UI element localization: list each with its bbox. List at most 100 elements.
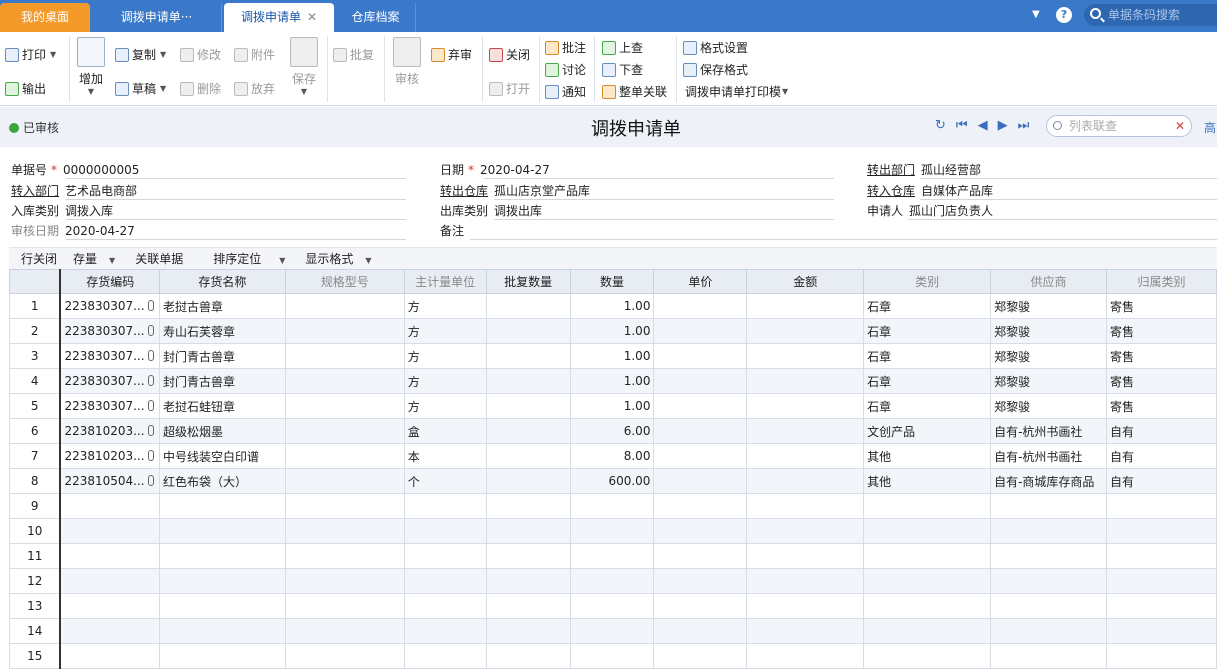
cell-name[interactable]: 封门青古兽章 [158,343,286,369]
cell-approved-qty[interactable] [485,318,571,344]
cell-approved-qty[interactable] [485,543,571,569]
table-row[interactable]: 12 [9,568,1217,594]
cell-name[interactable]: 超级松烟墨 [158,418,286,444]
cell-code[interactable]: 223810203... [59,443,160,469]
out-dept-field[interactable]: 转出部门 孤山经营部 [867,161,981,179]
cell-price[interactable] [653,343,748,369]
cell-belong[interactable]: 寄售 [1106,393,1217,419]
cell-spec[interactable] [284,393,405,419]
cell-category[interactable] [863,518,992,544]
add-button[interactable]: 增加 ▼ [76,37,106,96]
save-format-button[interactable]: 保存格式 [683,61,748,78]
delete-button[interactable]: 删除 [180,80,221,97]
cell-price[interactable] [653,418,748,444]
cell-belong[interactable]: 自有 [1106,468,1217,494]
cell-price[interactable] [653,368,748,394]
paperclip-icon[interactable] [147,300,154,311]
cell-category[interactable] [863,493,992,519]
cell-price[interactable] [653,543,748,569]
row-close-button[interactable]: 行关闭 [21,250,57,267]
tab-warehouse-archive[interactable]: 仓库档案 [336,3,416,32]
cell-price[interactable] [653,468,748,494]
cell-amount[interactable] [746,293,865,319]
cell-price[interactable] [653,443,748,469]
cell-qty[interactable]: 1.00 [569,368,655,394]
cell-approved-qty[interactable] [485,568,571,594]
cell-code[interactable] [59,593,160,619]
cell-belong[interactable]: 寄售 [1106,368,1217,394]
cell-category[interactable]: 石章 [863,368,992,394]
table-row[interactable]: 2 223830307... 寿山石芙蓉章 方 1.00 石章 郑黎骏 寄售 [9,318,1217,344]
cell-category[interactable]: 其他 [863,443,992,469]
draft-button[interactable]: 草稿 ▼ [115,80,166,97]
cell-spec[interactable] [284,643,405,669]
paperclip-icon[interactable] [147,325,154,336]
in-dept-field[interactable]: 转入部门 艺术品电商部 [11,182,137,200]
barcode-search-input[interactable]: 单据条码搜索 [1084,4,1217,26]
doc-no-field[interactable]: 单据号 * 0000000005 [11,161,139,179]
cell-qty[interactable]: 1.00 [569,343,655,369]
refresh-icon[interactable]: ↻ [935,118,946,133]
unaudit-button[interactable]: 弃审 [431,46,472,63]
cell-amount[interactable] [746,443,865,469]
first-record-icon[interactable]: ⏮ [956,118,968,133]
cell-spec[interactable] [284,443,405,469]
prev-record-icon[interactable]: ◀ [978,118,988,133]
cell-category[interactable] [863,593,992,619]
cell-name[interactable] [158,543,286,569]
tab-transfer-request-list[interactable]: 调拨申请单··· [92,3,222,32]
next-query-button[interactable]: 下查 [602,61,643,78]
cell-qty[interactable]: 6.00 [569,418,655,444]
cell-unit[interactable] [403,543,487,569]
cell-unit[interactable]: 方 [403,393,487,419]
cell-belong[interactable] [1106,643,1217,669]
tab-home[interactable]: 我的桌面 [0,3,90,32]
col-header-price[interactable]: 单价 [653,269,748,294]
cell-qty[interactable] [569,593,655,619]
cell-category[interactable] [863,643,992,669]
paperclip-icon[interactable] [147,450,154,461]
cell-unit[interactable] [403,568,487,594]
cell-qty[interactable]: 8.00 [569,443,655,469]
cell-approved-qty[interactable] [485,593,571,619]
col-header-supplier[interactable]: 供应商 [990,269,1108,294]
batch-reply-button[interactable]: 批复 [333,46,374,63]
cell-price[interactable] [653,318,748,344]
sort-locate-button[interactable]: 排序定位 ▼ [199,250,289,267]
table-row[interactable]: 10 [9,518,1217,544]
open-doc-button[interactable]: 打开 [489,80,530,97]
cell-amount[interactable] [746,368,865,394]
cell-price[interactable] [653,293,748,319]
cell-spec[interactable] [284,568,405,594]
cell-unit[interactable] [403,493,487,519]
cell-amount[interactable] [746,418,865,444]
cell-category[interactable]: 石章 [863,393,992,419]
discuss-button[interactable]: 讨论 [545,61,586,78]
cell-amount[interactable] [746,543,865,569]
cell-name[interactable]: 红色布袋（大） [158,468,286,494]
cell-approved-qty[interactable] [485,518,571,544]
cell-name[interactable] [158,618,286,644]
cell-belong[interactable] [1106,618,1217,644]
cell-approved-qty[interactable] [485,418,571,444]
cell-amount[interactable] [746,618,865,644]
cell-approved-qty[interactable] [485,468,571,494]
cell-spec[interactable] [284,618,405,644]
col-header-category[interactable]: 类别 [863,269,992,294]
cell-belong[interactable]: 寄售 [1106,343,1217,369]
cell-supplier[interactable]: 自有-杭州书画社 [990,443,1108,469]
table-row[interactable]: 14 [9,618,1217,644]
cell-amount[interactable] [746,593,865,619]
cell-code[interactable] [59,618,160,644]
cell-qty[interactable]: 600.00 [569,468,655,494]
cell-spec[interactable] [284,493,405,519]
cell-code[interactable]: 223830307... [59,318,160,344]
close-doc-button[interactable]: 关闭 [489,46,530,63]
cell-spec[interactable] [284,343,405,369]
cell-supplier[interactable] [990,543,1108,569]
cell-approved-qty[interactable] [485,618,571,644]
cell-amount[interactable] [746,568,865,594]
cell-spec[interactable] [284,543,405,569]
cell-code[interactable]: 223830307... [59,368,160,394]
advanced-link[interactable]: 高 [1204,119,1216,136]
